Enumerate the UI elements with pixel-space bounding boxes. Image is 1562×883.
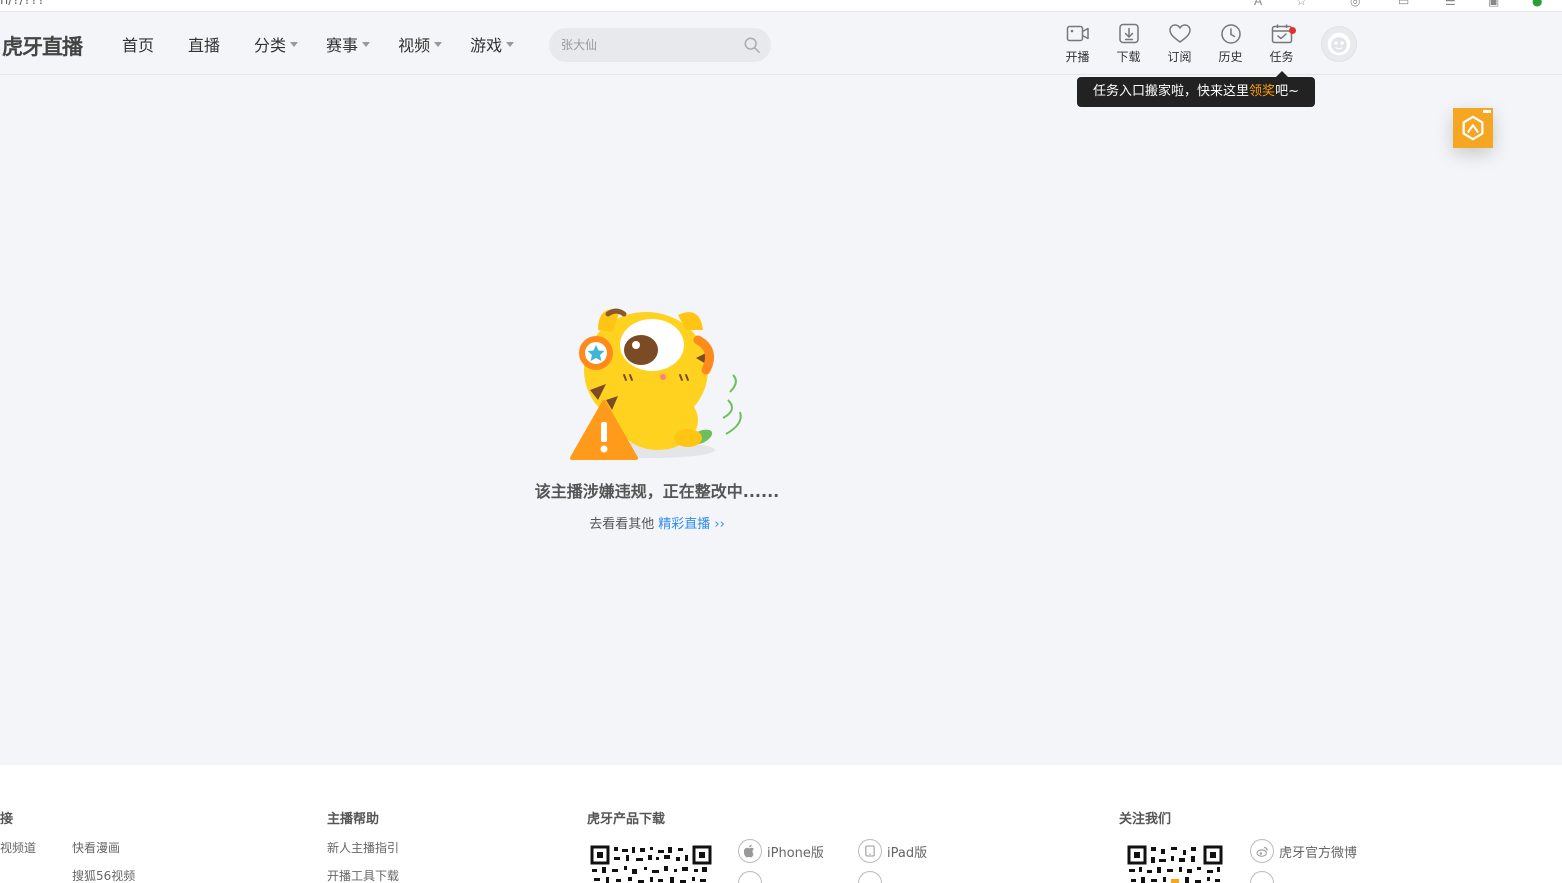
footer-link[interactable]: 开播工具下载: [327, 867, 399, 883]
read-aloud-icon[interactable]: A: [1254, 0, 1268, 8]
nav-label: 分类: [254, 36, 287, 55]
featured-live-link[interactable]: 精彩直播 ››: [658, 517, 725, 532]
subscribe-button[interactable]: 订阅: [1154, 13, 1205, 75]
floating-home-widget[interactable]: [1453, 108, 1493, 148]
nav-home[interactable]: 首页: [122, 32, 154, 56]
download-label: iPad版: [887, 845, 928, 861]
collections-icon[interactable]: ▣: [1488, 0, 1502, 8]
user-avatar[interactable]: [1321, 26, 1357, 62]
app-qr-code: [590, 841, 712, 883]
tool-label: 任务: [1269, 50, 1294, 64]
history-button[interactable]: 历史: [1205, 13, 1256, 75]
nav-label: 赛事: [326, 36, 359, 55]
footer-col-streamer-help: 主播帮助: [327, 808, 379, 827]
weibo-link[interactable]: 虎牙官方微博: [1250, 839, 1357, 863]
nav-category[interactable]: 分类: [254, 32, 299, 56]
tooltip-suffix: 吧~: [1275, 84, 1299, 99]
tool-label: 历史: [1218, 50, 1243, 64]
start-live-button[interactable]: 开播: [1052, 13, 1103, 75]
site-header: 虎牙直播 首页 直播 分类 赛事 视频 游戏 开播: [0, 13, 1562, 75]
mascot-warning-illustration: [570, 308, 742, 460]
iphone-download-link[interactable]: iPhone版: [738, 839, 824, 863]
favorites-bar-icon[interactable]: ☰: [1445, 0, 1459, 8]
notification-dot: [1289, 27, 1296, 34]
download-icon: [1118, 23, 1139, 44]
hexagon-house-icon: [1462, 115, 1484, 141]
weibo-icon: [1250, 839, 1274, 863]
camera-icon: [1066, 25, 1089, 42]
main-nav: 首页 直播 分类 赛事 视频 游戏: [122, 13, 542, 75]
site-logo[interactable]: 虎牙直播: [2, 31, 83, 61]
default-avatar-icon: [1327, 32, 1351, 56]
suggestion-text: 去看看其他: [589, 517, 655, 532]
nav-label: 游戏: [470, 36, 503, 55]
address-bar-fragment[interactable]: n/?/???: [0, 0, 45, 8]
tooltip-highlight[interactable]: 领奖: [1249, 84, 1275, 99]
clock-icon: [1220, 24, 1241, 44]
caret-down-icon: [506, 41, 515, 47]
caret-down-icon: [290, 41, 299, 47]
search-icon[interactable]: [743, 36, 761, 54]
android-download-link[interactable]: [738, 871, 767, 883]
footer-link[interactable]: 新人主播指引: [327, 839, 399, 856]
tablet-icon: [858, 839, 882, 863]
tool-label: 下载: [1116, 50, 1141, 64]
nav-live[interactable]: 直播: [188, 32, 220, 56]
heart-icon: [1168, 24, 1191, 43]
android-icon: [738, 871, 762, 883]
footer-col-links: 接: [0, 808, 13, 827]
footer-col-follow: 关注我们: [1119, 808, 1171, 827]
footer-link[interactable]: 快看漫画: [72, 839, 120, 856]
suggestion-line: 去看看其他 精彩直播 ››: [0, 513, 1314, 532]
task-button[interactable]: 任务: [1256, 13, 1307, 75]
nav-games[interactable]: 游戏: [470, 32, 515, 56]
minimize-tag[interactable]: [1483, 110, 1491, 113]
search-box: [549, 28, 771, 62]
header-tools: 开播 下载 订阅 历史 任务: [1052, 13, 1307, 75]
download-label: iPhone版: [767, 845, 824, 861]
tooltip-text: 任务入口搬家啦，快来这里: [1093, 84, 1250, 99]
wechat-link[interactable]: [1250, 871, 1279, 883]
tablet-icon: [858, 871, 882, 883]
caret-down-icon: [362, 41, 371, 47]
nav-events[interactable]: 赛事: [326, 32, 371, 56]
footer-col-downloads: 虎牙产品下载: [587, 808, 665, 827]
footer-col-title: 虎牙产品下载: [587, 812, 666, 827]
footer-link[interactable]: 视频道: [0, 839, 36, 856]
calendar-icon: [1271, 24, 1292, 44]
shield-icon[interactable]: ●: [1532, 0, 1546, 8]
site-footer: 接 视频道 快看漫画 搜狐56视频 主播帮助 新人主播指引 开播工具下载 虎牙产…: [0, 765, 1562, 883]
extension-icon[interactable]: ◎: [1350, 0, 1364, 8]
nav-label: 直播: [188, 36, 221, 55]
footer-col-title: 关注我们: [1119, 812, 1172, 827]
search-input[interactable]: [561, 28, 731, 62]
follow-label: 虎牙官方微博: [1279, 845, 1358, 861]
footer-col-title: 接: [0, 812, 14, 827]
tool-label: 开播: [1065, 50, 1090, 64]
android-pad-download-link[interactable]: [858, 871, 887, 883]
nav-label: 视频: [398, 36, 431, 55]
split-screen-icon[interactable]: ▭: [1398, 0, 1412, 8]
caret-down-icon: [434, 41, 443, 47]
favorite-icon[interactable]: ☆: [1296, 0, 1310, 8]
tool-label: 订阅: [1167, 50, 1192, 64]
footer-link[interactable]: 搜狐56视频: [72, 867, 135, 883]
ipad-download-link[interactable]: iPad版: [858, 839, 927, 863]
task-tooltip: 任务入口搬家啦，快来这里领奖吧~: [1077, 71, 1315, 107]
nav-video[interactable]: 视频: [398, 32, 443, 56]
wechat-icon: [1250, 871, 1274, 883]
violation-message: 该主播涉嫌违规，正在整改中......: [534, 482, 780, 501]
download-button[interactable]: 下载: [1103, 13, 1154, 75]
follow-qr-code: [1127, 841, 1223, 883]
footer-col-title: 主播帮助: [327, 812, 380, 827]
browser-toolbar: n/?/??? A ☆ ◎ ▭ ☰ ▣ ●: [0, 0, 1562, 12]
nav-label: 首页: [122, 36, 155, 55]
apple-icon: [738, 839, 762, 863]
